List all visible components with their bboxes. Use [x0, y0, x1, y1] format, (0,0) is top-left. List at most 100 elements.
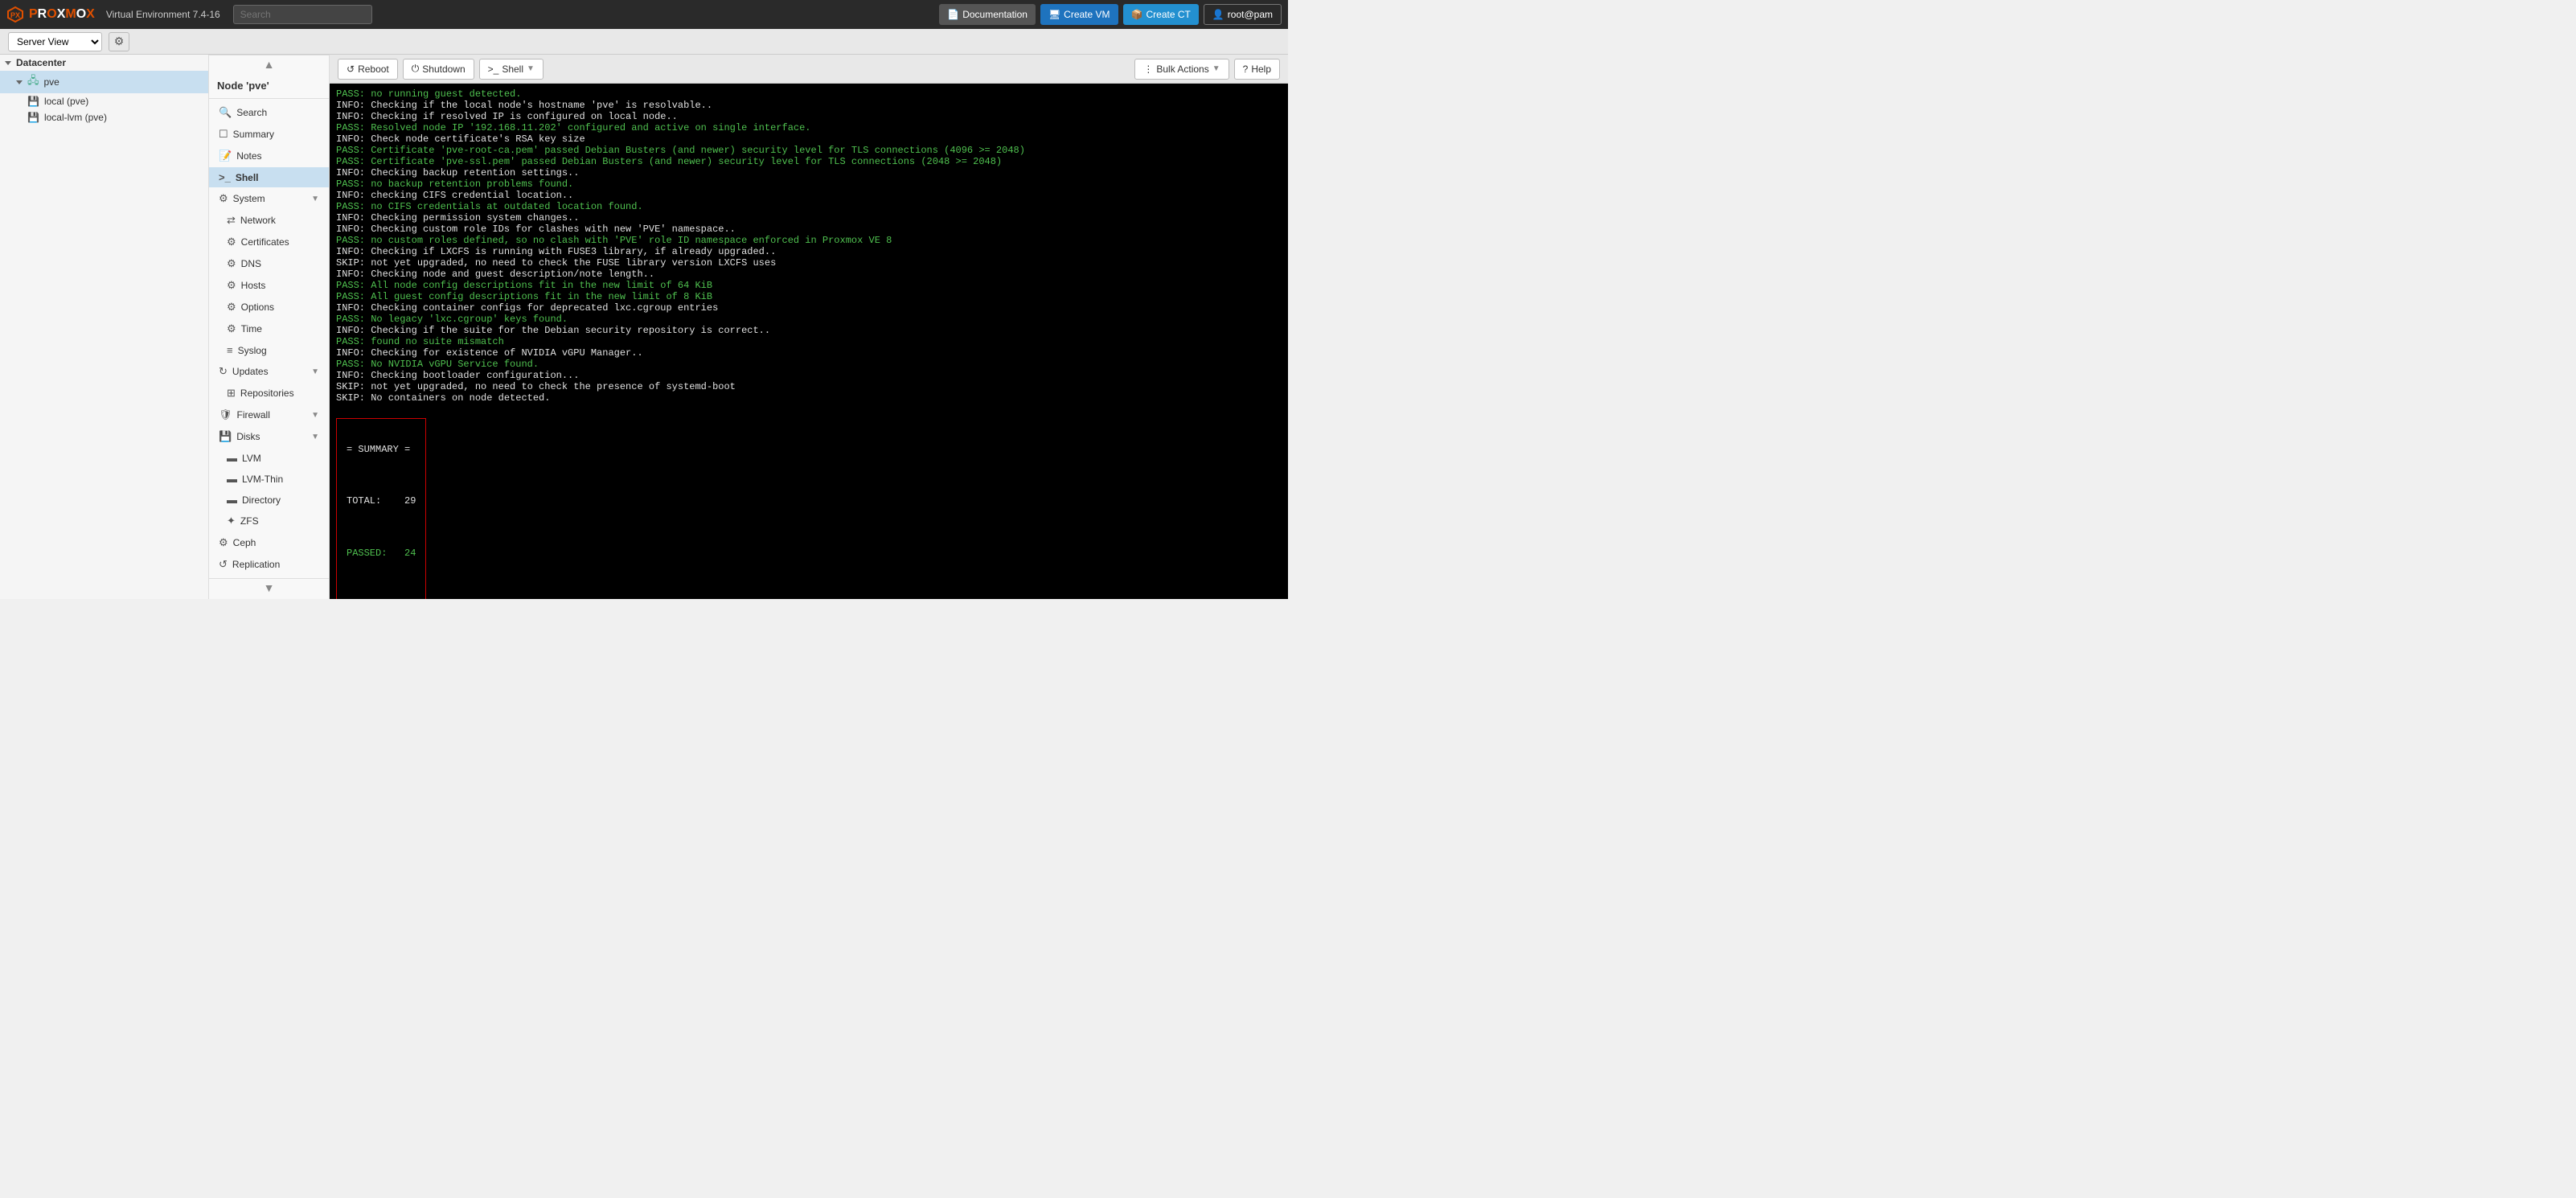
sidebar-item-local-pve[interactable]: 💾 local (pve)	[0, 93, 208, 109]
terminal[interactable]: PASS: no running guest detected. INFO: C…	[330, 84, 1288, 599]
node-action-shell[interactable]: >_ Shell	[209, 167, 329, 187]
node-action-ceph[interactable]: ⚙ Ceph	[209, 532, 329, 553]
term-line-23: INFO: Checking for existence of NVIDIA v…	[336, 347, 643, 359]
user-button[interactable]: 👤 root@pam	[1204, 4, 1282, 25]
help-button[interactable]: ? Help	[1234, 59, 1280, 80]
term-line-9: INFO: checking CIFS credential location.…	[336, 190, 573, 201]
term-line-6: PASS: Certificate 'pve-ssl.pem' passed D…	[336, 156, 1002, 167]
system-expand-icon: ▼	[311, 195, 319, 203]
node-actions: 🔍 Search ☐ Summary 📝 Notes >_ Shell ⚙ Sy…	[209, 99, 329, 578]
term-line-14: INFO: Checking if LXCFS is running with …	[336, 246, 776, 257]
passed-val: 24	[404, 548, 416, 559]
node-action-system[interactable]: ⚙ System ▼	[209, 188, 329, 209]
sidebar-item-datacenter[interactable]: Datacenter	[0, 55, 208, 71]
updates-expand-icon: ▼	[311, 367, 319, 376]
node-action-zfs[interactable]: ✦ ZFS	[209, 511, 329, 531]
total-label: TOTAL:	[347, 495, 381, 507]
repos-icon: ⊞	[227, 387, 236, 400]
node-action-dns[interactable]: ⚙ DNS	[209, 253, 329, 274]
action-label: ZFS	[240, 515, 259, 527]
node-action-firewall[interactable]: 🛡 Firewall ▼	[209, 404, 329, 425]
action-label: Notes	[236, 150, 261, 162]
gear-icon: ⚙	[114, 35, 125, 48]
pve-expand-icon	[16, 80, 23, 84]
action-label: DNS	[241, 258, 261, 269]
action-label: Hosts	[241, 280, 266, 291]
action-label: Repositories	[240, 388, 294, 399]
node-action-search[interactable]: 🔍 Search	[209, 102, 329, 123]
term-line-4: INFO: Check node certificate's RSA key s…	[336, 133, 585, 145]
node-action-repositories[interactable]: ⊞ Repositories	[209, 383, 329, 404]
shutdown-icon: ⏻	[412, 63, 420, 75]
bulk-actions-button[interactable]: ⋮ Bulk Actions ▼	[1134, 59, 1229, 80]
scroll-down-arrow[interactable]: ▼	[209, 578, 329, 597]
sidebar-item-local-lvm[interactable]: 💾 local-lvm (pve)	[0, 109, 208, 125]
updates-icon: ↻	[219, 365, 228, 378]
term-line-27: SKIP: No containers on node detected.	[336, 392, 550, 404]
action-label: LVM-Thin	[242, 474, 283, 485]
sidebar-item-pve[interactable]: 🖧 pve	[0, 71, 208, 93]
search-input[interactable]	[233, 5, 372, 24]
user-icon: 👤	[1212, 9, 1224, 20]
term-line-20: PASS: No legacy 'lxc.cgroup' keys found.	[336, 314, 568, 325]
node-action-time[interactable]: ⚙ Time	[209, 318, 329, 339]
node-action-options[interactable]: ⚙ Options	[209, 297, 329, 318]
action-label: Syslog	[238, 345, 267, 356]
settings-gear-button[interactable]: ⚙	[109, 32, 129, 51]
server-view-select[interactable]: Server View	[8, 32, 102, 51]
content-panel: ↺ Reboot ⏻ Shutdown >_ Shell ▼ ⋮ Bulk Ac…	[330, 55, 1288, 599]
sidebar-item-label: local (pve)	[44, 96, 88, 107]
reboot-button[interactable]: ↺ Reboot	[338, 59, 398, 80]
node-action-directory[interactable]: ▬ Directory	[209, 490, 329, 510]
node-action-certificates[interactable]: ⚙ Certificates	[209, 232, 329, 252]
term-line-1: INFO: Checking if the local node's hostn…	[336, 100, 712, 111]
datacenter-expand-icon	[5, 61, 11, 65]
create-vm-button[interactable]: 🖥 Create VM	[1040, 4, 1118, 25]
action-label: Certificates	[241, 236, 289, 248]
node-action-lvm[interactable]: ▬ LVM	[209, 448, 329, 468]
action-label: Disks	[236, 431, 260, 442]
summary-box: = SUMMARY = TOTAL: 29 PASSED: 24 SKIPPED…	[336, 418, 426, 599]
passed-label: PASSED:	[347, 548, 387, 559]
directory-icon: ▬	[227, 494, 237, 506]
term-line-0: PASS: no running guest detected.	[336, 88, 521, 100]
ct-icon: 📦	[1131, 9, 1143, 20]
ve-version: Virtual Environment 7.4-16	[106, 9, 220, 20]
content-toolbar: ↺ Reboot ⏻ Shutdown >_ Shell ▼ ⋮ Bulk Ac…	[330, 55, 1288, 84]
term-line-18: PASS: All guest config descriptions fit …	[336, 291, 712, 302]
node-action-summary[interactable]: ☐ Summary	[209, 124, 329, 145]
help-icon: ?	[1243, 64, 1249, 75]
node-action-hosts[interactable]: ⚙ Hosts	[209, 275, 329, 296]
term-line-16: INFO: Checking node and guest descriptio…	[336, 269, 654, 280]
term-line-19: INFO: Checking container configs for dep…	[336, 302, 718, 314]
disk-icon: 💾	[27, 112, 39, 123]
disks-icon: 💾	[219, 430, 232, 443]
doc-icon: 📄	[947, 9, 959, 20]
term-line-8: PASS: no backup retention problems found…	[336, 178, 573, 190]
shutdown-button[interactable]: ⏻ Shutdown	[403, 59, 474, 80]
node-action-lvm-thin[interactable]: ▬ LVM-Thin	[209, 469, 329, 489]
node-action-syslog[interactable]: ≡ Syslog	[209, 340, 329, 360]
action-label: Summary	[233, 129, 274, 140]
action-label: Replication	[232, 559, 280, 570]
lvm-thin-icon: ▬	[227, 473, 237, 485]
node-action-notes[interactable]: 📝 Notes	[209, 146, 329, 166]
serverbar: Server View ⚙	[0, 29, 1288, 55]
zfs-icon: ✦	[227, 515, 236, 527]
node-action-disks[interactable]: 💾 Disks ▼	[209, 426, 329, 447]
node-action-updates[interactable]: ↻ Updates ▼	[209, 361, 329, 382]
shell-toolbar-button[interactable]: >_ Shell ▼	[479, 59, 544, 80]
scroll-up-arrow[interactable]: ▲	[209, 55, 329, 73]
node-title: Node 'pve'	[209, 73, 329, 99]
dns-icon: ⚙	[227, 257, 236, 270]
topbar: PX PROXMOX Virtual Environment 7.4-16 📄 …	[0, 0, 1288, 29]
node-action-replication[interactable]: ↺ Replication	[209, 554, 329, 575]
node-action-network[interactable]: ⇄ Network	[209, 210, 329, 231]
term-line-26: SKIP: not yet upgraded, no need to check…	[336, 381, 736, 392]
create-ct-button[interactable]: 📦 Create CT	[1123, 4, 1199, 25]
bulk-dropdown-arrow: ▼	[1212, 64, 1220, 73]
action-label: Options	[241, 302, 274, 313]
documentation-button[interactable]: 📄 Documentation	[939, 4, 1036, 25]
network-icon: ⇄	[227, 214, 236, 227]
shell-icon: >_	[219, 171, 231, 183]
